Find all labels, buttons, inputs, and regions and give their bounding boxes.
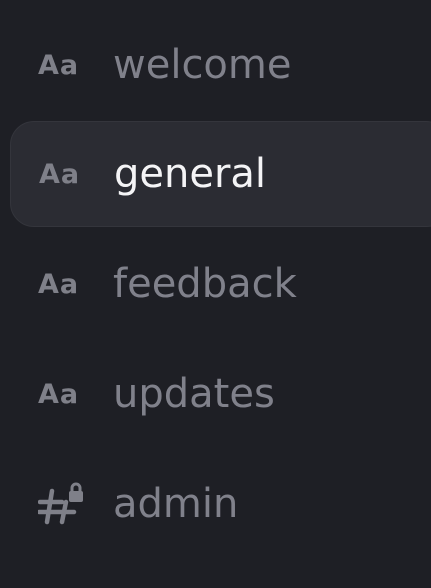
- channel-label: feedback: [113, 261, 297, 307]
- channel-item-general[interactable]: Aa general: [10, 121, 431, 227]
- channel-list: Aa welcome Aa general Aa feedback Aa upd…: [0, 0, 431, 588]
- channel-item-updates[interactable]: Aa updates: [10, 341, 431, 447]
- channel-label: general: [114, 151, 267, 197]
- channel-label: welcome: [113, 42, 292, 88]
- locked-hash-icon: [38, 482, 86, 526]
- forum-icon: Aa: [38, 378, 80, 410]
- channel-label: updates: [113, 371, 275, 417]
- forum-icon: Aa: [39, 158, 81, 190]
- channel-label: admin: [113, 481, 239, 527]
- channel-item-feedback[interactable]: Aa feedback: [10, 231, 431, 337]
- forum-icon: Aa: [38, 268, 80, 300]
- forum-icon: Aa: [38, 49, 80, 81]
- channel-item-admin[interactable]: admin: [10, 451, 431, 557]
- channel-item-welcome[interactable]: Aa welcome: [10, 12, 431, 118]
